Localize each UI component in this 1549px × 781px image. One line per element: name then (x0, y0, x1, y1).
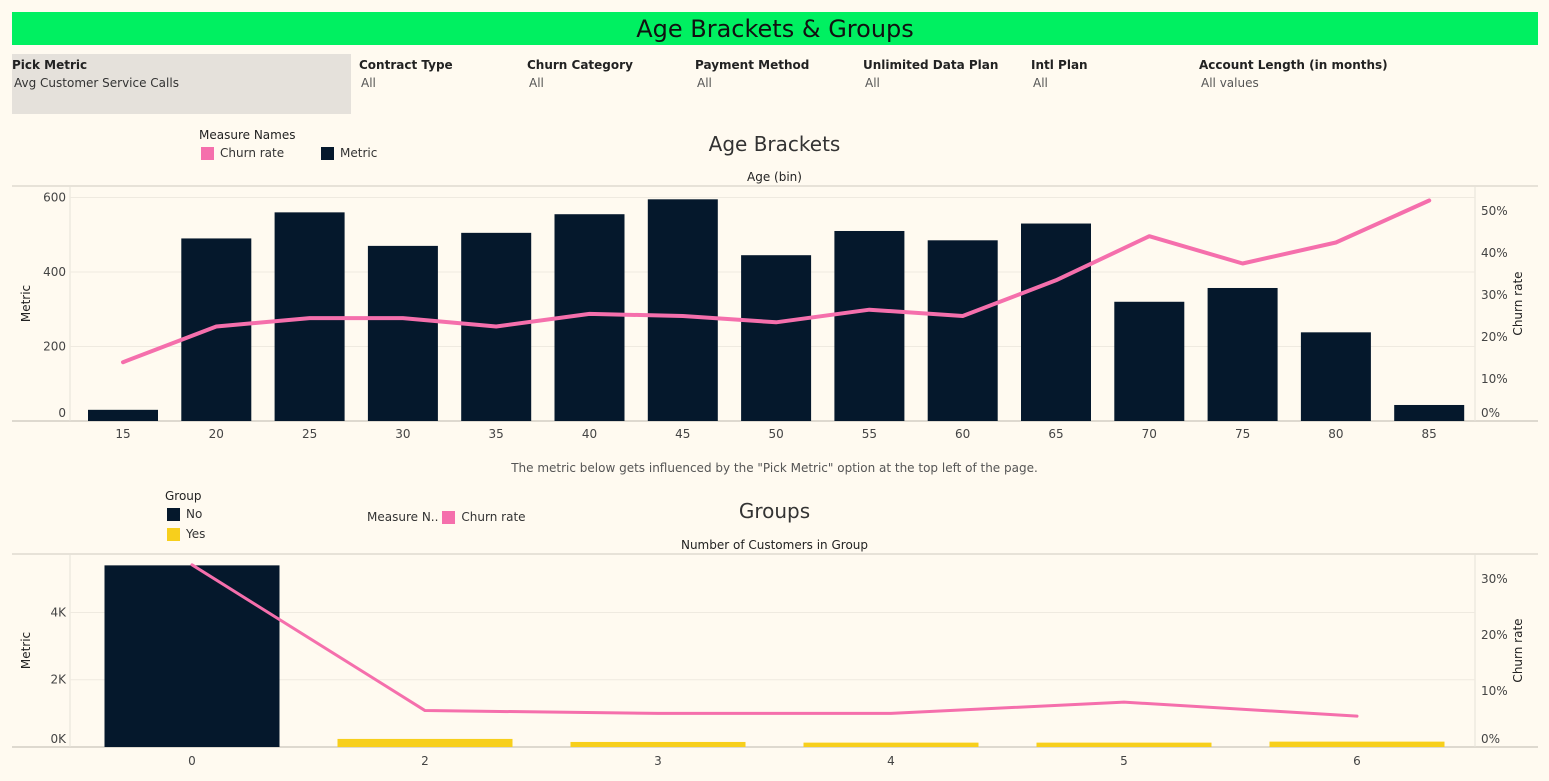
y-axis-title: Metric (19, 632, 33, 669)
bar (834, 230, 905, 421)
y-tick-label: 200 (43, 339, 66, 353)
y-tick-label: 4K (50, 605, 67, 619)
bar (647, 199, 718, 421)
x-tick-label: 4 (887, 754, 895, 768)
y2-tick-label: 40% (1481, 246, 1508, 260)
bar (181, 238, 252, 421)
x-tick-label: 80 (1328, 427, 1343, 441)
x-tick-label: 60 (955, 427, 970, 441)
x-tick-label: 2 (421, 754, 429, 768)
y2-tick-label: 50% (1481, 204, 1508, 218)
y2-tick-label: 0% (1481, 732, 1500, 746)
x-tick-label: 55 (862, 427, 877, 441)
bar (367, 245, 438, 421)
y2-tick-label: 10% (1481, 372, 1508, 386)
bar (1269, 741, 1445, 747)
bar (927, 240, 998, 421)
bar (1036, 742, 1212, 747)
x-tick-label: 50 (768, 427, 783, 441)
x-tick-label: 35 (489, 427, 504, 441)
bar (803, 742, 979, 747)
x-tick-label: 85 (1422, 427, 1437, 441)
y-tick-label: 2K (50, 673, 67, 687)
y2-tick-label: 0% (1481, 406, 1500, 420)
x-tick-label: 20 (209, 427, 224, 441)
x-tick-label: 25 (302, 427, 317, 441)
charts-canvas: 02004006000%10%20%30%40%50%Metric Churn r… (12, 185, 1538, 768)
y-tick-label: 400 (43, 265, 66, 279)
bar (1114, 301, 1185, 421)
y2-axis-title: Churn rate (1511, 618, 1525, 682)
x-tick-label: 40 (582, 427, 597, 441)
x-tick-label: 0 (188, 754, 196, 768)
bar (1394, 404, 1465, 421)
x-tick-label: 5 (1120, 754, 1128, 768)
y-tick-label: 0 (58, 406, 66, 420)
y2-tick-label: 30% (1481, 288, 1508, 302)
y-axis-title: Metric (19, 285, 33, 322)
bar (1300, 332, 1371, 421)
x-tick-label: 75 (1235, 427, 1250, 441)
bar (741, 255, 812, 421)
y2-tick-label: 10% (1481, 684, 1508, 698)
y-tick-label: 600 (43, 190, 66, 204)
x-tick-label: 30 (395, 427, 410, 441)
bar (337, 738, 513, 747)
y2-tick-label: 20% (1481, 628, 1508, 642)
x-tick-label: 15 (115, 427, 130, 441)
bar (1021, 223, 1091, 421)
y2-tick-label: 30% (1481, 572, 1508, 586)
x-tick-label: 65 (1048, 427, 1063, 441)
bar (1207, 287, 1278, 421)
x-tick-label: 3 (654, 754, 662, 768)
bar (88, 409, 158, 421)
bar (104, 565, 280, 747)
x-tick-label: 70 (1142, 427, 1157, 441)
y-tick-label: 0K (50, 732, 67, 746)
y2-axis-title: Churn rate (1511, 271, 1525, 335)
churn-rate-line (190, 563, 1359, 718)
bar (570, 741, 746, 747)
y2-tick-label: 20% (1481, 330, 1508, 344)
x-tick-label: 6 (1353, 754, 1361, 768)
x-tick-label: 45 (675, 427, 690, 441)
